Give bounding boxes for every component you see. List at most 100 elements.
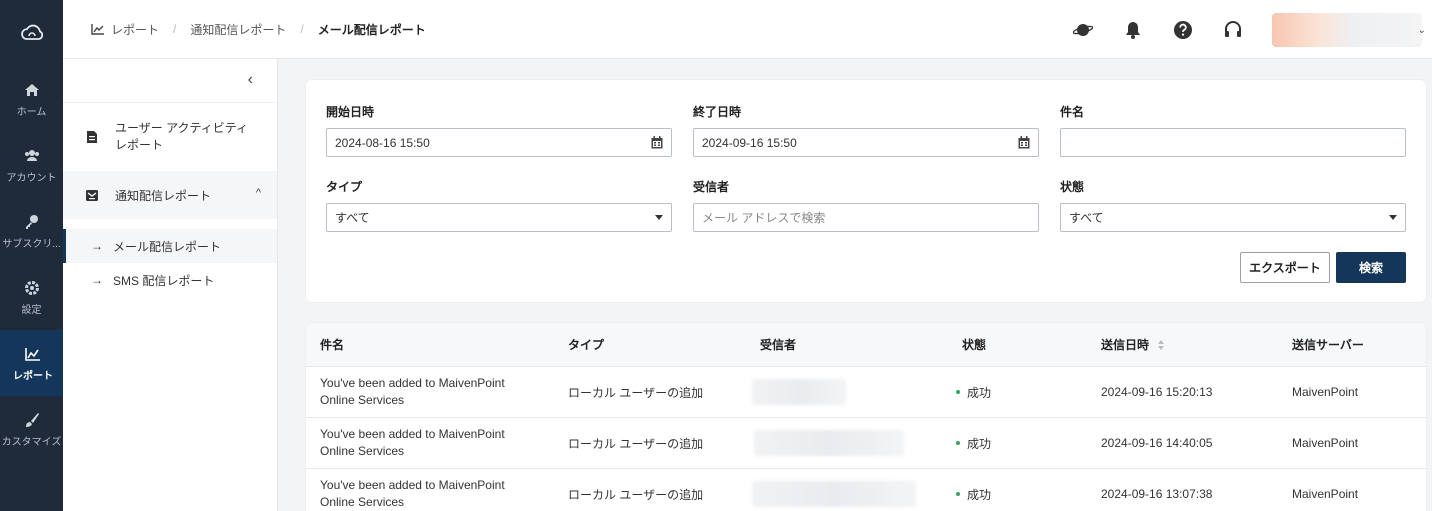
- status-text: 成功: [967, 436, 992, 451]
- success-dot-icon: [956, 441, 960, 445]
- cell-server: MaivenPoint: [1292, 487, 1359, 501]
- start-date-input[interactable]: 2024-08-16 15:50: [326, 128, 672, 157]
- cloud-logo-icon[interactable]: [0, 0, 63, 66]
- sort-icon[interactable]: [1157, 339, 1165, 351]
- subject-line-1: You've been added to MaivenPoint: [320, 478, 505, 492]
- column-header-status: 状態: [962, 338, 987, 352]
- export-button[interactable]: エクスポート: [1240, 252, 1330, 283]
- bell-icon[interactable]: [1122, 19, 1144, 41]
- column-header-type: タイプ: [568, 338, 605, 352]
- breadcrumb-separator: /: [173, 22, 177, 36]
- subject-label: 件名: [1060, 105, 1085, 119]
- end-date-value: 2024-09-16 15:50: [702, 135, 797, 150]
- subject-line-1: You've been added to MaivenPoint: [320, 427, 505, 441]
- column-header-subject: 件名: [320, 338, 345, 352]
- end-date-input[interactable]: 2024-09-16 15:50: [693, 128, 1039, 157]
- table-row[interactable]: You've been added to MaivenPoint Online S…: [306, 418, 1426, 469]
- breadcrumb-current: メール配信レポート: [317, 22, 426, 37]
- cell-recipient: [752, 367, 846, 417]
- rail-item-settings[interactable]: 設定: [0, 264, 63, 330]
- cell-sent-time: 2024-09-16 15:20:13: [1101, 385, 1213, 399]
- table-row[interactable]: You've been added to MaivenPoint Online S…: [306, 469, 1426, 511]
- rail-label: ホーム: [16, 106, 47, 118]
- column-header-sent-time[interactable]: 送信日時: [1101, 323, 1165, 366]
- subnav-item-notification-reports[interactable]: 通知配信レポート ^: [63, 171, 277, 219]
- start-date-field: 開始日時 2024-08-16 15:50: [326, 103, 672, 157]
- table-header: 件名 タイプ 受信者 状態 送信日時 送信サーバー: [306, 323, 1426, 367]
- recipient-input[interactable]: メール アドレスで検索: [693, 203, 1039, 232]
- subnav-sub-label: メール配信レポート: [113, 239, 222, 254]
- subject-field: 件名: [1060, 103, 1406, 157]
- inbox-icon: [86, 190, 98, 201]
- filter-panel: 開始日時 2024-08-16 15:50 終了日時 2024-09-16 15…: [306, 80, 1426, 302]
- subject-line-2: Online Services: [320, 495, 405, 509]
- subnav-sub-email-report[interactable]: → メール配信レポート: [63, 229, 277, 263]
- redacted-recipient: [752, 481, 916, 507]
- key-icon: [25, 214, 38, 229]
- rail-label: 設定: [21, 304, 42, 316]
- subject-line-1: You've been added to MaivenPoint: [320, 376, 505, 390]
- breadcrumb: レポート / 通知配信レポート / メール配信レポート: [63, 21, 426, 38]
- success-dot-icon: [956, 492, 960, 496]
- cell-status: 成功: [956, 469, 991, 511]
- cell-recipient: [754, 418, 904, 468]
- rail-item-accounts[interactable]: アカウント: [0, 132, 63, 198]
- chart-icon: [91, 24, 104, 35]
- end-date-field: 終了日時 2024-09-16 15:50: [693, 103, 1039, 157]
- subnav-sub-sms-report[interactable]: → SMS 配信レポート: [63, 263, 277, 297]
- email-report-table: 件名 タイプ 受信者 状態 送信日時 送信サーバー You've been ad…: [306, 323, 1426, 511]
- rail-item-subscriptions[interactable]: サブスクリ...: [0, 198, 63, 264]
- cell-subject: You've been added to MaivenPoint Online S…: [320, 418, 505, 468]
- help-icon[interactable]: [1172, 19, 1194, 41]
- status-text: 成功: [967, 385, 992, 400]
- subnav-label: 通知配信レポート: [115, 188, 212, 203]
- breadcrumb-notification-reports[interactable]: 通知配信レポート: [190, 21, 286, 38]
- recipient-field: 受信者 メール アドレスで検索: [693, 178, 1039, 232]
- status-text: 成功: [967, 487, 992, 502]
- calendar-icon[interactable]: [651, 136, 663, 149]
- subject-input[interactable]: [1060, 128, 1406, 157]
- home-icon: [24, 83, 39, 96]
- collapse-subnav-button[interactable]: ‹: [63, 59, 277, 103]
- start-date-label: 開始日時: [326, 105, 375, 119]
- chevron-left-icon: ‹: [247, 71, 253, 88]
- cell-subject: You've been added to MaivenPoint Online S…: [320, 367, 505, 417]
- cell-type: ローカル ユーザーの追加: [568, 487, 704, 502]
- subnav-label: ユーザー アクティビティ レポート: [115, 121, 249, 152]
- rail-label: アカウント: [6, 172, 57, 184]
- column-header-recipient: 受信者: [760, 338, 797, 352]
- top-header: レポート / 通知配信レポート / メール配信レポート ⌄: [63, 0, 1432, 59]
- rail-label: カスタマイズ: [1, 436, 62, 448]
- breadcrumb-separator: /: [300, 22, 304, 36]
- chevron-up-icon: ^: [255, 187, 261, 199]
- type-field: タイプ すべて: [326, 178, 672, 232]
- cell-type: ローカル ユーザーの追加: [568, 385, 704, 400]
- header-actions: ⌄: [1072, 0, 1432, 59]
- cell-status: 成功: [956, 418, 991, 468]
- subject-line-2: Online Services: [320, 393, 405, 407]
- calendar-icon[interactable]: [1018, 136, 1030, 149]
- user-avatar[interactable]: ⌄: [1272, 12, 1426, 47]
- chevron-down-icon: ⌄: [1417, 24, 1426, 36]
- cell-server: MaivenPoint: [1292, 385, 1359, 399]
- column-header-label: 送信日時: [1101, 338, 1150, 352]
- cell-status: 成功: [956, 367, 991, 417]
- type-select[interactable]: すべて: [326, 203, 672, 232]
- rail-item-home[interactable]: ホーム: [0, 66, 63, 132]
- search-button[interactable]: 検索: [1336, 252, 1406, 283]
- report-subnav: ‹ ユーザー アクティビティ レポート 通知配信レポート ^ → メール配信レポ…: [63, 59, 278, 511]
- caret-down-icon: [655, 215, 663, 220]
- recipient-label: 受信者: [693, 180, 730, 194]
- rail-item-customize[interactable]: カスタマイズ: [0, 396, 63, 462]
- planet-icon[interactable]: [1072, 19, 1094, 41]
- headset-icon[interactable]: [1222, 19, 1244, 41]
- subnav-item-user-activity[interactable]: ユーザー アクティビティ レポート: [63, 103, 277, 171]
- rail-item-reports[interactable]: レポート: [0, 330, 63, 396]
- recipient-placeholder: メール アドレスで検索: [702, 211, 826, 225]
- chart-icon: [25, 347, 40, 361]
- status-select[interactable]: すべて: [1060, 203, 1406, 232]
- table-row[interactable]: You've been added to MaivenPoint Online S…: [306, 367, 1426, 418]
- breadcrumb-reports[interactable]: レポート: [111, 21, 159, 38]
- caret-down-icon: [1389, 215, 1397, 220]
- success-dot-icon: [956, 390, 960, 394]
